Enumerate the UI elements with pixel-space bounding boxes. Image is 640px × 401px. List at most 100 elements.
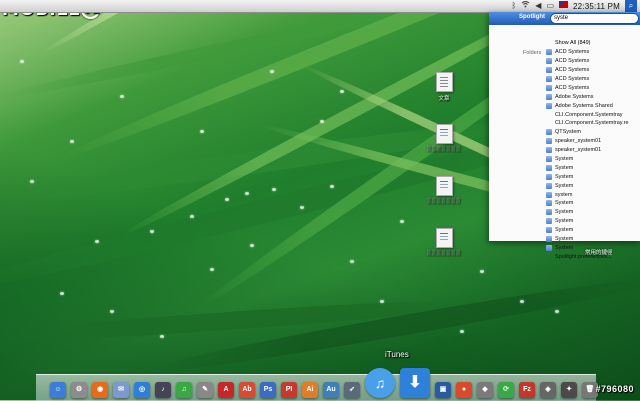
spotlight-result-label: speaker_system01 [555,138,602,145]
result-icon [546,112,552,118]
dock-pdf-app-icon[interactable]: PI [281,382,297,398]
folder-icon [546,182,552,189]
dock-tool-app-icon[interactable]: ✎ [197,382,213,398]
desktop-icon[interactable]: 文章 [422,72,466,102]
dock-mail-icon[interactable]: ✉ [113,382,129,398]
spotlight-result-item[interactable]: System [546,217,629,226]
spotlight-result-label: ACD Systems [555,49,590,56]
dock-app-a-icon[interactable]: ● [456,382,472,398]
dock-itunes-helper-icon[interactable]: ♫ [176,382,192,398]
dock-filezilla-icon[interactable]: Fz [519,382,535,398]
spotlight-search-input[interactable]: syste [550,13,639,24]
spotlight-result-item[interactable]: System [546,155,629,164]
spotlight-result-item[interactable]: speaker_system01 [546,137,629,146]
desktop-icon-label: ▒▒▒▒▒▒▒ [426,146,462,152]
spotlight-result-item[interactable]: System [546,181,629,190]
result-icon [546,254,552,260]
dock-photoshop-icon[interactable]: Ps [260,382,276,398]
dock-safari-icon[interactable]: ◎ [134,382,150,398]
spotlight-result-item[interactable]: CLI.Component.Systemtray [546,110,629,119]
spotlight-result-item[interactable]: speaker_system01 [546,146,629,155]
menu-clock[interactable]: 22:35:11 PM [573,2,620,11]
spotlight-result-label: Adobe Systems [555,93,594,100]
folder-icon [546,209,552,216]
spotlight-icon[interactable]: ⌕ [625,0,637,12]
dock-app-c-icon[interactable]: ⟳ [498,382,514,398]
spotlight-result-item[interactable]: ACD Systems [546,83,629,92]
result-icon [546,40,552,46]
dock-virtualbox-icon[interactable]: ▣ [435,382,451,398]
dock-download-icon[interactable]: ⬇ [400,368,430,398]
dock-app-b-icon[interactable]: ◆ [477,382,493,398]
desktop-icon[interactable]: ▒▒▒▒▒▒▒ [422,124,466,152]
dock-adobe-app-icon[interactable]: Ab [239,382,255,398]
spotlight-result-item[interactable]: System [546,235,629,244]
bluetooth-icon[interactable]: ᛒ [511,0,516,12]
result-icon [546,120,552,126]
spotlight-result-item[interactable]: Adobe Systems [546,92,629,101]
dock-app-d-icon[interactable]: ◈ [540,382,556,398]
dock-firefox-icon[interactable]: ◉ [92,382,108,398]
spotlight-results-list: Show All (849) ACD Systems ACD Systems ACD … [546,39,629,261]
spotlight-result-label: ACD Systems [555,84,590,91]
folder-icon [546,138,552,145]
dock-bird-app-icon[interactable]: ➶ [344,382,360,398]
spotlight-result-item[interactable]: Adobe Systems Shared [546,101,629,110]
spotlight-result-label: System [555,200,574,207]
desktop-icon[interactable]: ▒▒▒▒▒▒▒ [422,228,466,256]
folder-icon [546,173,552,180]
section-label-folders: Folders [523,50,542,56]
volume-icon[interactable]: ◀ [535,0,541,12]
spotlight-result-item[interactable]: System [546,172,629,181]
spotlight-result-label: System [555,218,574,225]
folder-icon [546,236,552,243]
spotlight-result-item[interactable]: QTSystem [546,128,629,137]
folder-icon [546,227,552,234]
spotlight-panel: Spotlight syste Folders Show All (849) AC… [489,12,640,260]
spotlight-result-label: System [555,173,574,180]
battery-icon[interactable]: ▭ [546,0,554,12]
folder-icon [546,58,552,65]
dock-app-e-icon[interactable]: ✦ [561,382,577,398]
spotlight-result-item[interactable]: System [546,199,629,208]
spotlight-result-label: CLI.Component.Systemtray.re [555,120,629,127]
folder-icon [546,129,552,136]
spotlight-result-label: speaker_system01 [555,147,602,154]
wifi-icon[interactable] [521,0,530,12]
spotlight-result-item[interactable]: system [546,190,629,199]
spotlight-result-item[interactable]: ACD Systems [546,75,629,84]
spotlight-result-item[interactable]: ACD Systems [546,57,629,66]
spotlight-result-item[interactable]: System [546,208,629,217]
dock-media-app-icon[interactable]: ♪ [155,382,171,398]
spotlight-result-item[interactable]: System [546,226,629,235]
spotlight-result-label: System [555,156,574,163]
spotlight-result-item[interactable]: System [546,163,629,172]
dock-acrobat-icon[interactable]: A [218,382,234,398]
spotlight-result-item[interactable]: CLI.Component.Systemtray.re [546,119,629,128]
dock-hover-label: iTunes [385,350,409,359]
document-icon [435,72,453,92]
dock-system-preferences-icon[interactable]: ⚙ [71,382,87,398]
spotlight-result-label: Adobe Systems Shared [555,102,613,109]
spotlight-result-label: System [555,164,574,171]
flag-icon[interactable] [559,0,569,12]
folder-icon [546,156,552,163]
spotlight-result-label: System [555,209,574,216]
spotlight-result-item[interactable]: ACD Systems [546,48,629,57]
dock-audition-icon[interactable]: Au [323,382,339,398]
document-icon [435,176,453,196]
spotlight-result-label: system [555,191,573,198]
dock-ai-app-icon[interactable]: Ai [302,382,318,398]
dock-finder-icon[interactable]: ☺ [50,382,66,398]
spotlight-result-label: ACD Systems [555,76,590,82]
spotlight-result-label: System [555,244,574,251]
folder-icon [546,244,552,251]
spotlight-result-label: Show All (849) [555,40,591,47]
spotlight-result-item[interactable]: ACD Systems [546,66,629,75]
desktop-icon[interactable]: ▒▒▒▒▒▒▒ [422,176,466,204]
dock-itunes-icon[interactable]: ♫ [365,368,395,398]
folder-icon [546,49,552,56]
document-icon [435,228,453,248]
shortcuts-folder-label[interactable]: 常用的捷徑 [585,248,613,256]
spotlight-result-item[interactable]: Show All (849) [546,39,629,48]
